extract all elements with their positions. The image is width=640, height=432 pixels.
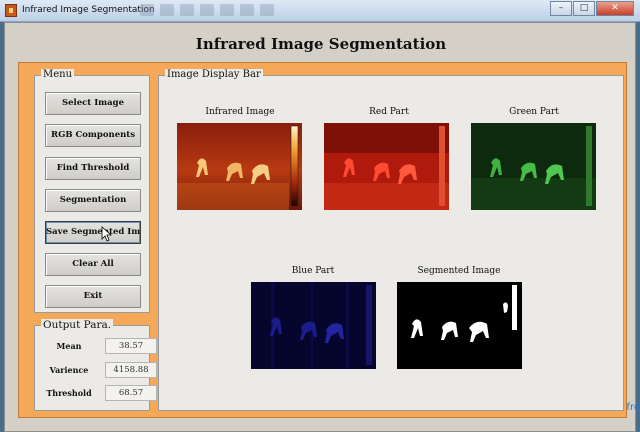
threshold-value: 68.57 (105, 385, 157, 401)
output-panel: Output Para. Mean 38.57 Varience 4158.88… (34, 319, 157, 411)
threshold-label: Threshold (46, 388, 92, 398)
image-display-panel: Image Display Bar Infrared Image Red Par… (158, 69, 624, 411)
maximize-button[interactable]: □ (573, 1, 595, 16)
mean-label: Mean (56, 341, 82, 351)
menu-legend: Menu (41, 69, 75, 80)
output-legend: Output Para. (41, 319, 114, 331)
app-icon (5, 4, 17, 17)
clear-all-button[interactable]: Clear All (45, 253, 141, 276)
figure-window: Infrared Image Segmentation Menu Select … (4, 22, 636, 432)
minimize-button[interactable]: – (550, 1, 572, 16)
rgb-components-button[interactable]: RGB Components (45, 124, 141, 147)
green-channel-image (471, 123, 596, 210)
blue-channel-image (251, 282, 376, 369)
close-button[interactable]: ✕ (596, 1, 634, 16)
display-legend: Image Display Bar (165, 69, 263, 80)
blue-part-label: Blue Part (291, 266, 335, 276)
red-channel-image (324, 123, 449, 210)
red-part-label: Red Part (369, 107, 409, 117)
window-title: Infrared Image Segmentation (22, 5, 155, 15)
segmentation-button[interactable]: Segmentation (45, 189, 141, 212)
exit-button[interactable]: Exit (45, 285, 141, 308)
green-part-label: Green Part (509, 107, 559, 117)
segmented-image-label: Segmented Image (417, 266, 501, 276)
select-image-button[interactable]: Select Image (45, 92, 141, 115)
segmented-binary-image (397, 282, 522, 369)
infrared-image (177, 123, 302, 210)
window-controls: – □ ✕ (549, 1, 634, 16)
window-titlebar: Infrared Image Segmentation – □ ✕ (0, 0, 640, 22)
mean-value: 38.57 (105, 338, 157, 354)
menu-panel: Menu Select Image RGB Components Find Th… (34, 69, 150, 313)
variance-value: 4158.88 (105, 362, 157, 378)
page-title: Infrared Image Segmentation (195, 35, 447, 53)
variance-label: Varience (49, 365, 89, 375)
toolbar-strip (140, 4, 440, 18)
threshold-row: Threshold 68.57 (35, 385, 157, 403)
mouse-pointer-icon (101, 226, 113, 242)
infrared-image-label: Infrared Image (205, 107, 275, 117)
mean-row: Mean 38.57 (35, 338, 157, 356)
watermark-text: fre (626, 402, 640, 413)
save-segmented-image-button[interactable]: Save Segmented Img. (45, 221, 141, 244)
variance-row: Varience 4158.88 (35, 362, 157, 380)
find-threshold-button[interactable]: Find Threshold (45, 157, 141, 180)
